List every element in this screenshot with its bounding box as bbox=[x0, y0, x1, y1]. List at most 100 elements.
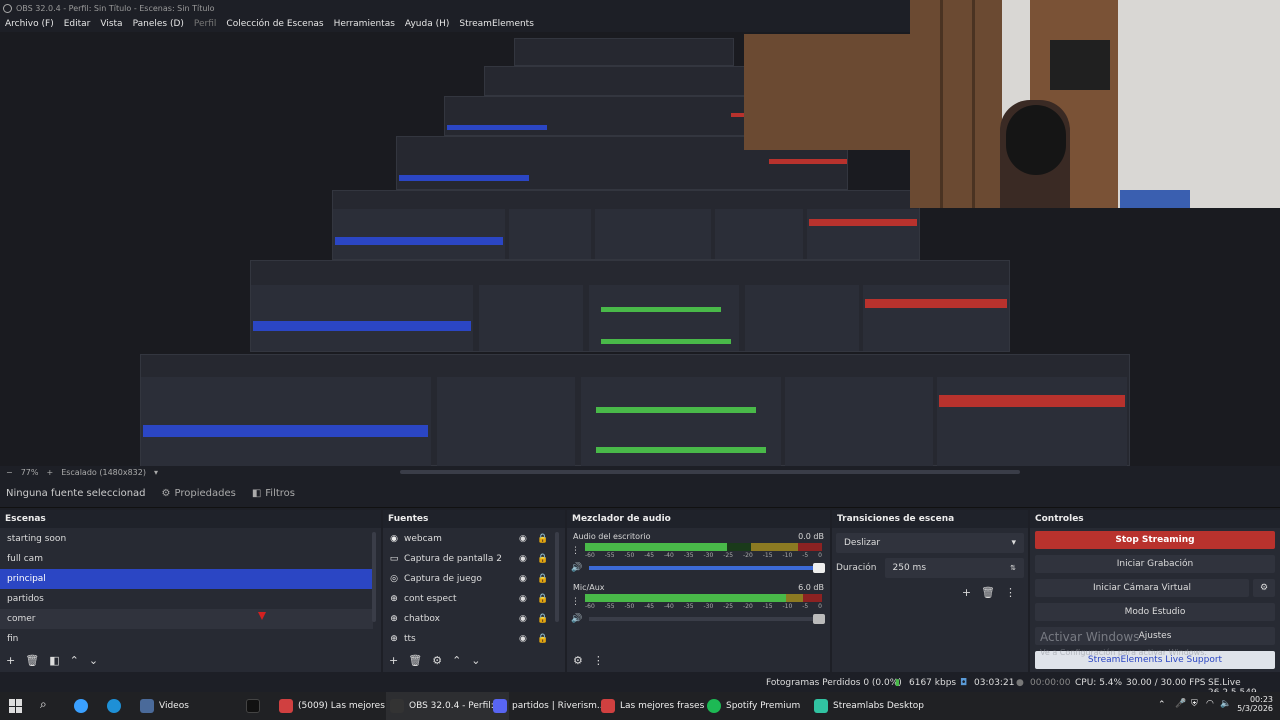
wifi-icon[interactable]: ◠ bbox=[1206, 699, 1220, 713]
meter-ticks: -60 -55 -50 -45 -40 -35 -30 -25 -20 -15 -10 -5 0 bbox=[585, 603, 822, 610]
filters-button[interactable]: ◧ Filtros bbox=[252, 488, 295, 499]
transition-menu-button[interactable]: ⋮ bbox=[1005, 586, 1016, 599]
menu-paneles[interactable]: Paneles (D) bbox=[128, 19, 189, 29]
scene-item-selected[interactable]: principal bbox=[0, 569, 373, 589]
scene-item[interactable]: partidos bbox=[0, 589, 373, 609]
channel-menu-icon[interactable]: ⋮ bbox=[571, 597, 585, 607]
lock-icon[interactable]: 🔒 bbox=[537, 594, 548, 604]
taskbar-item[interactable]: Videos bbox=[140, 692, 189, 720]
source-item[interactable]: ⊕ cont espect ◉ 🔒 bbox=[383, 589, 565, 609]
taskbar-item[interactable]: Las mejores frases ... bbox=[601, 692, 716, 720]
eye-icon[interactable]: ◉ bbox=[519, 574, 527, 584]
source-item[interactable]: ▭ Captura de pantalla 2 ◉ 🔒 bbox=[383, 549, 565, 569]
taskbar-item[interactable]: Spotify Premium bbox=[707, 692, 800, 720]
discord-icon bbox=[493, 699, 507, 713]
copilot-icon[interactable] bbox=[74, 699, 88, 713]
shield-icon[interactable]: ⛨ bbox=[1191, 699, 1205, 713]
chevron-down-icon[interactable]: ▾ bbox=[154, 468, 158, 477]
microphone-icon[interactable]: 🎤 bbox=[1175, 699, 1189, 713]
folder-icon bbox=[140, 699, 154, 713]
zoom-in-button[interactable]: + bbox=[46, 468, 53, 477]
search-icon[interactable]: ⌕ bbox=[40, 697, 54, 711]
properties-button[interactable]: ⚙ Propiedades bbox=[162, 488, 236, 499]
volume-icon[interactable]: 🔈 bbox=[1220, 699, 1234, 713]
chevron-up-icon[interactable]: ⌃ bbox=[1158, 700, 1172, 714]
spin-arrows-icon[interactable]: ⇅ bbox=[1010, 564, 1016, 572]
menu-coleccion[interactable]: Colección de Escenas bbox=[221, 19, 328, 29]
studio-mode-button[interactable]: Modo Estudio bbox=[1035, 603, 1275, 621]
menu-herramientas[interactable]: Herramientas bbox=[329, 19, 400, 29]
menu-editar[interactable]: Editar bbox=[59, 19, 96, 29]
activate-windows-title: Activar Windows bbox=[1040, 630, 1140, 644]
windows-start-icon[interactable] bbox=[9, 699, 23, 713]
taskbar-item[interactable]: (5009) Las mejores ... bbox=[279, 692, 396, 720]
scene-item[interactable]: comer bbox=[0, 609, 373, 629]
scene-filters-button[interactable]: ◧ bbox=[49, 654, 59, 667]
add-scene-button[interactable]: + bbox=[6, 654, 15, 667]
menu-archivo[interactable]: Archivo (F) bbox=[0, 19, 59, 29]
volume-slider[interactable] bbox=[589, 614, 825, 624]
zoom-scaled[interactable]: Escalado (1480x832) bbox=[61, 468, 146, 477]
speaker-icon[interactable]: 🔊 bbox=[571, 614, 585, 624]
eye-icon[interactable]: ◉ bbox=[519, 634, 527, 644]
edge-icon[interactable] bbox=[107, 699, 121, 713]
duration-spinbox[interactable]: 250 ms ⇅ bbox=[884, 558, 1024, 578]
sources-scrollbar[interactable] bbox=[555, 532, 559, 622]
taskbar-item[interactable]: partidos | Riverism... bbox=[493, 692, 605, 720]
taskbar-item-active[interactable]: OBS 32.0.4 - Perfil: ... bbox=[386, 692, 510, 720]
eye-icon[interactable]: ◉ bbox=[519, 594, 527, 604]
menu-perfil[interactable]: Perfil bbox=[189, 19, 222, 29]
taskbar-item[interactable] bbox=[246, 692, 260, 720]
source-item[interactable]: ◉ webcam ◉ 🔒 bbox=[383, 529, 565, 549]
scene-item[interactable]: fin bbox=[0, 629, 373, 649]
eye-icon[interactable]: ◉ bbox=[519, 554, 527, 564]
add-transition-button[interactable]: + bbox=[962, 586, 971, 599]
remove-source-button[interactable]: 🗑 bbox=[408, 654, 422, 667]
menu-vista[interactable]: Vista bbox=[95, 19, 127, 29]
remove-transition-button[interactable]: 🗑 bbox=[981, 586, 995, 599]
lock-icon[interactable]: 🔒 bbox=[537, 554, 548, 564]
add-source-button[interactable]: + bbox=[389, 654, 398, 667]
gear-icon: ⚙ bbox=[161, 488, 171, 499]
source-properties-button[interactable]: ⚙ bbox=[432, 654, 442, 667]
record-time: 00:00:00 bbox=[1030, 678, 1071, 688]
lock-icon[interactable]: 🔒 bbox=[537, 534, 548, 544]
move-up-button[interactable]: ⌃ bbox=[452, 654, 461, 667]
scene-item[interactable]: starting soon bbox=[0, 529, 373, 549]
eye-icon[interactable]: ◉ bbox=[519, 534, 527, 544]
move-up-button[interactable]: ⌃ bbox=[70, 654, 79, 667]
transition-select[interactable]: Deslizar ▾ bbox=[836, 533, 1024, 553]
scene-item[interactable]: full cam bbox=[0, 549, 373, 569]
lock-icon[interactable]: 🔒 bbox=[537, 634, 548, 644]
clock[interactable]: 00:23 5/3/2026 bbox=[1237, 695, 1273, 713]
recursive-capture-3 bbox=[332, 190, 920, 260]
remove-scene-button[interactable]: 🗑 bbox=[25, 654, 39, 667]
lock-icon[interactable]: 🔒 bbox=[537, 574, 548, 584]
start-recording-button[interactable]: Iniciar Grabación bbox=[1035, 555, 1275, 573]
zoom-out-button[interactable]: − bbox=[6, 468, 13, 477]
move-down-button[interactable]: ⌄ bbox=[471, 654, 480, 667]
duration-value: 250 ms bbox=[892, 563, 927, 573]
virtual-cam-settings-icon[interactable]: ⚙ bbox=[1253, 579, 1275, 597]
advanced-audio-button[interactable]: ⚙ bbox=[573, 654, 583, 667]
mixer-menu-button[interactable]: ⋮ bbox=[593, 654, 604, 667]
volume-slider[interactable] bbox=[589, 563, 825, 573]
menu-streamelements[interactable]: StreamElements bbox=[454, 19, 539, 29]
virtual-cam-button[interactable]: Iniciar Cámara Virtual bbox=[1035, 579, 1249, 597]
channel-menu-icon[interactable]: ⋮ bbox=[571, 546, 585, 556]
source-item[interactable]: ⊕ chatbox ◉ 🔒 bbox=[383, 609, 565, 629]
source-item[interactable]: ⊕ tts ◉ 🔒 bbox=[383, 629, 565, 649]
menu-ayuda[interactable]: Ayuda (H) bbox=[400, 19, 454, 29]
source-item[interactable]: ◎ Captura de juego ◉ 🔒 bbox=[383, 569, 565, 589]
stop-streaming-button[interactable]: Stop Streaming bbox=[1035, 531, 1275, 549]
zoom-percent[interactable]: 77% bbox=[21, 468, 39, 477]
eye-icon[interactable]: ◉ bbox=[519, 614, 527, 624]
speaker-icon[interactable]: 🔊 bbox=[571, 563, 585, 573]
lock-icon[interactable]: 🔒 bbox=[537, 614, 548, 624]
move-down-button[interactable]: ⌄ bbox=[89, 654, 98, 667]
scenes-scrollbar[interactable] bbox=[372, 532, 376, 622]
mixer-channel: Mic/Aux 6.0 dB ⋮ -60 -55 -50 -45 -40 -35 -30 -2… bbox=[567, 573, 830, 624]
taskbar-item[interactable]: Streamlabs Desktop bbox=[814, 692, 924, 720]
preview-scrollbar[interactable] bbox=[400, 470, 1020, 474]
cursor-icon bbox=[258, 612, 266, 620]
